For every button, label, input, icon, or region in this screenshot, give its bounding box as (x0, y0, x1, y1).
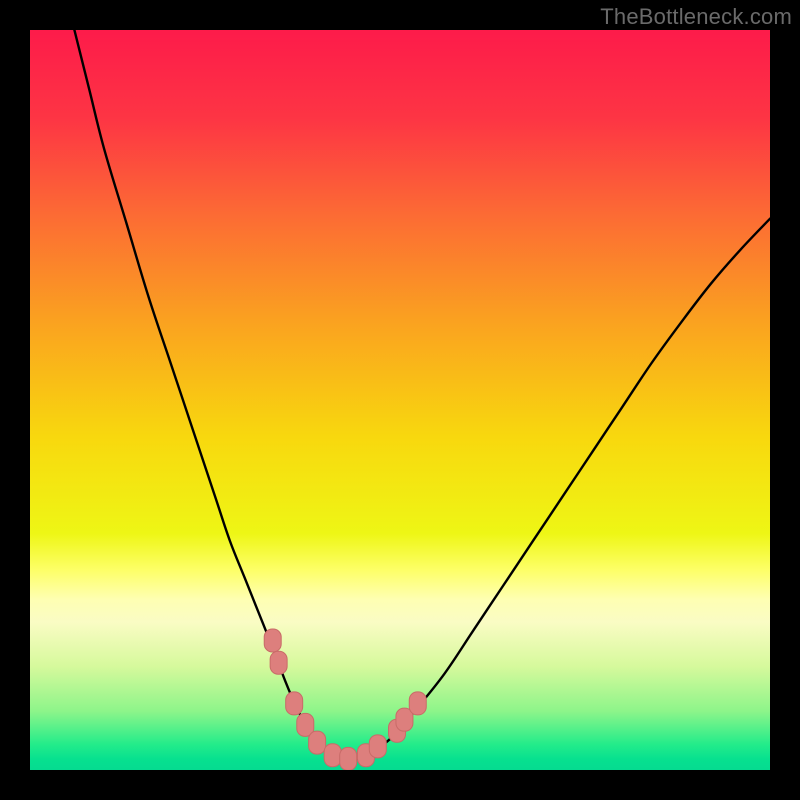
bottleneck-curve (74, 30, 770, 760)
watermark-text: TheBottleneck.com (600, 4, 792, 30)
data-marker (309, 731, 326, 754)
data-markers (264, 629, 426, 770)
frame: TheBottleneck.com (0, 0, 800, 800)
data-marker (340, 747, 357, 770)
data-marker (409, 692, 426, 715)
data-marker (264, 629, 281, 652)
curve-layer (30, 30, 770, 770)
data-marker (270, 651, 287, 674)
data-marker (286, 692, 303, 715)
data-marker (324, 744, 341, 767)
data-marker (369, 735, 386, 758)
plot-area (30, 30, 770, 770)
